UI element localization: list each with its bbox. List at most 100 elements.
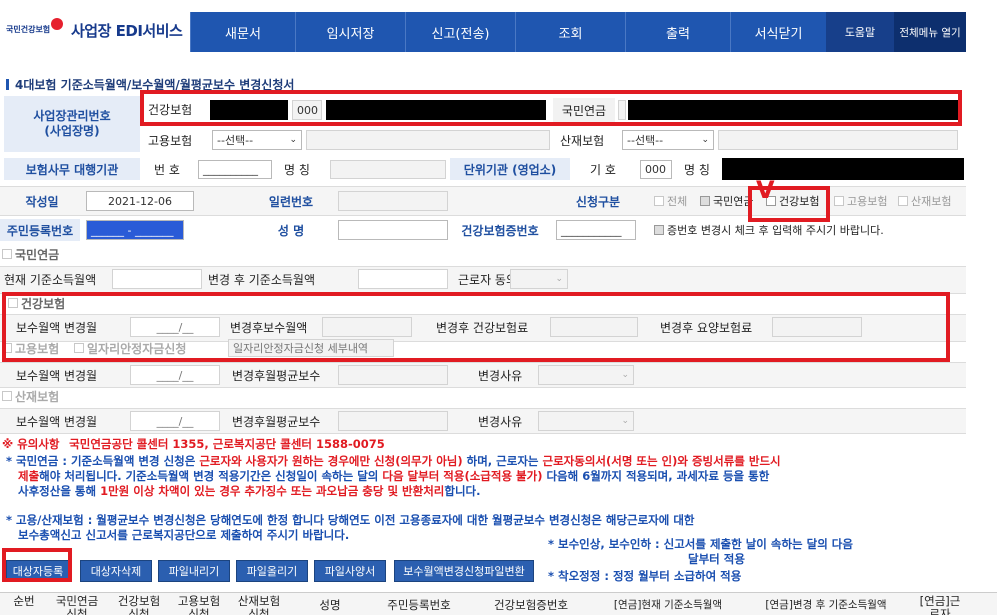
employment-month-input[interactable]: ____/__ bbox=[130, 365, 220, 385]
menu-close[interactable]: 서식닫기 bbox=[730, 12, 826, 52]
notice-emph: 제출 bbox=[18, 469, 40, 483]
notice-text: * 고용/산재보험 : 월평균보수 변경신청은 당해연도에 한정 합니다 당해연… bbox=[6, 513, 695, 527]
notice-emph: 근로자와 사용자가 원하는 경우에만 신청(의무가 아님) bbox=[199, 454, 463, 468]
notice-text: 달부터 적용 bbox=[688, 552, 745, 566]
notice-emph: 1만원 이상 차액이 있는 경우 추가징수 또는 과오납금 충당 및 반환처리 bbox=[100, 484, 445, 498]
checkbox-icon bbox=[654, 225, 664, 235]
logo-icon bbox=[51, 18, 63, 30]
checkbox-icon bbox=[2, 249, 12, 259]
employment-select[interactable]: --선택-- ⌄ bbox=[212, 130, 302, 150]
notice-text: 보수총액신고 신고서를 근로복지공단으로 제출하여 주시기 바랍니다. bbox=[18, 528, 350, 542]
agency-name-input[interactable] bbox=[330, 160, 446, 179]
col-health: 건강보험 신청 bbox=[117, 594, 161, 615]
chevron-down-icon: ⌄ bbox=[621, 370, 629, 380]
rrn-input[interactable]: ______ - _______ bbox=[86, 220, 184, 240]
employment-month-label: 보수월액 변경월 bbox=[16, 368, 98, 383]
pension-current-input[interactable] bbox=[112, 269, 202, 289]
name-input[interactable] bbox=[338, 220, 448, 240]
unit-label: 단위기관 (영업소) bbox=[450, 158, 570, 180]
chevron-down-icon: ⌄ bbox=[555, 274, 563, 284]
industrial-after-avg-input[interactable] bbox=[338, 411, 448, 431]
menu-search[interactable]: 조회 bbox=[515, 12, 625, 52]
agency-number-label: 번 호 bbox=[154, 162, 180, 177]
notice-text: 합니다. bbox=[444, 484, 481, 498]
highlight-workplace bbox=[140, 90, 962, 126]
date-label: 작성일 bbox=[25, 194, 59, 209]
pension-section[interactable]: 국민연금 bbox=[2, 246, 59, 262]
rrn-label: 주민등록번호 bbox=[0, 219, 80, 241]
industrial-month-input[interactable]: ____/__ bbox=[130, 411, 220, 431]
option-all[interactable]: 전체 bbox=[654, 192, 687, 210]
notice-pension: * 국민연금 : 기준소득월액 변경 신청은 근로자와 사용자가 원하는 경우에… bbox=[6, 454, 966, 499]
employment-reason-select[interactable]: ⌄ bbox=[538, 365, 634, 385]
industrial-name-input[interactable] bbox=[718, 130, 958, 150]
pension-after-input[interactable] bbox=[358, 269, 448, 289]
file-spec-button[interactable]: 파일사양서 bbox=[314, 560, 386, 582]
checkbox-icon bbox=[2, 391, 12, 401]
notice-text: * 국민연금 : 기준소득월액 변경 신청은 bbox=[6, 454, 200, 468]
menu-submit[interactable]: 신고(전송) bbox=[405, 12, 515, 52]
pension-section-label: 국민연금 bbox=[15, 247, 60, 262]
help-button[interactable]: 도움말 bbox=[826, 12, 894, 52]
chevron-down-icon: ⌄ bbox=[701, 135, 709, 145]
health-card-input[interactable]: ___________ bbox=[556, 220, 636, 240]
checkbox-icon bbox=[898, 196, 908, 206]
main-menu: 새문서 임시저장 신고(전송) 조회 출력 서식닫기 bbox=[190, 12, 900, 52]
col-name: 성명 bbox=[319, 598, 341, 612]
employment-name-input[interactable] bbox=[306, 130, 550, 150]
col-health-card: 건강보험증번호 bbox=[493, 598, 569, 612]
delete-target-button[interactable]: 대상자삭제 bbox=[80, 560, 152, 582]
notice-increase: * 보수인상, 보수인하 : 신고서를 제출한 날이 속하는 달의 다음 달부터… bbox=[548, 537, 853, 567]
industrial-section[interactable]: 산재보험 bbox=[2, 388, 59, 404]
menu-temp-save[interactable]: 임시저장 bbox=[295, 12, 405, 52]
notice-text: 해야 처리됩니다. 기준소득월액 변경 적용기간은 신청일이 속하는 달의 bbox=[39, 469, 383, 483]
card-change-check[interactable]: 증번호 변경시 체크 후 입력해 주시기 바랍니다. bbox=[654, 221, 884, 239]
agency-label: 보험사무 대행기관 bbox=[4, 158, 140, 180]
agency-name-label: 명 칭 bbox=[284, 162, 310, 177]
date-input[interactable]: 2021-12-06 bbox=[86, 191, 194, 211]
notice-line-1: ※ 유의사항 국민연금공단 콜센터 1355, 근로복지공단 콜센터 1588-… bbox=[2, 437, 385, 452]
notice-correction: * 착오정정 : 정정 월부터 소급하여 적용 bbox=[548, 569, 742, 583]
file-convert-button[interactable]: 보수월액변경신청파일변환 bbox=[394, 560, 534, 582]
col-pension-current: [연금]현재 기준소득월액 bbox=[613, 599, 723, 611]
highlight-health-section bbox=[2, 292, 950, 362]
industrial-label: 산재보험 bbox=[560, 133, 605, 148]
logo[interactable]: 국민건강보험 사업장 EDI서비스 bbox=[0, 10, 190, 52]
notice-text: 다음해 6월까지 적용되며, 과세자료 등을 통한 bbox=[542, 469, 770, 483]
pension-current-label: 현재 기준소득월액 bbox=[4, 272, 97, 287]
pension-consent-label: 근로자 동의 bbox=[458, 272, 518, 287]
checkbox-icon bbox=[834, 196, 844, 206]
file-upload-button[interactable]: 파일올리기 bbox=[236, 560, 308, 582]
employment-label: 고용보험 bbox=[148, 133, 193, 148]
option-pension[interactable]: 국민연금 bbox=[700, 192, 753, 210]
pension-consent-select[interactable]: ⌄ bbox=[510, 269, 568, 289]
unit-name-label: 명 칭 bbox=[684, 162, 710, 177]
col-employment: 고용보험 신청 bbox=[177, 594, 221, 615]
all-menu-button[interactable]: 전체메뉴 열기 bbox=[894, 12, 966, 52]
chevron-down-icon: ⌄ bbox=[289, 135, 297, 145]
pension-after-label: 변경 후 기준소득월액 bbox=[208, 272, 315, 287]
menu-print[interactable]: 출력 bbox=[625, 12, 730, 52]
checkbox-icon bbox=[700, 196, 710, 206]
file-download-button[interactable]: 파일내리기 bbox=[158, 560, 230, 582]
serial-input[interactable] bbox=[338, 191, 448, 211]
agency-number-input[interactable]: __________ bbox=[198, 160, 272, 179]
name-label: 성 명 bbox=[277, 223, 305, 238]
menu-new[interactable]: 새문서 bbox=[190, 12, 295, 52]
option-industrial[interactable]: 산재보험 bbox=[898, 192, 951, 210]
industrial-reason-select[interactable]: ⌄ bbox=[538, 411, 634, 431]
check-mark-icon: V bbox=[756, 176, 775, 204]
industrial-section-label: 산재보험 bbox=[15, 389, 60, 404]
industrial-reason-label: 변경사유 bbox=[478, 414, 523, 429]
health-card-label: 건강보험증번호 bbox=[461, 223, 539, 238]
unit-code-input[interactable]: 000 bbox=[640, 160, 672, 179]
employment-select-value: --선택-- bbox=[217, 134, 254, 147]
option-employment[interactable]: 고용보험 bbox=[834, 192, 887, 210]
notice-emph: 다음 달부터 적용(소급적용 불가) bbox=[382, 469, 543, 483]
workplace-label: 사업장관리번호 (사업장명) bbox=[4, 96, 140, 152]
notice-emph: 근로자동의서(서명 또는 인)와 증빙서류를 반드시 bbox=[542, 454, 781, 468]
card-change-note: 증번호 변경시 체크 후 입력해 주시기 바랍니다. bbox=[667, 224, 884, 237]
industrial-select[interactable]: --선택-- ⌄ bbox=[622, 130, 714, 150]
checkbox-icon bbox=[654, 196, 664, 206]
employment-after-avg-input[interactable] bbox=[338, 365, 448, 385]
